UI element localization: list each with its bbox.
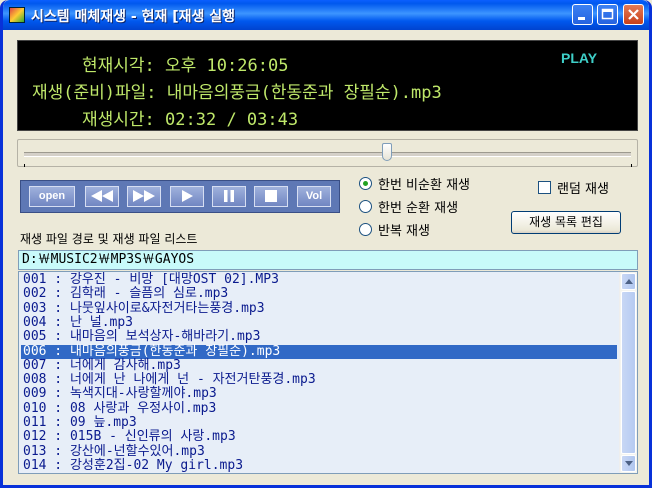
playlist-item[interactable]: 012 : 015B - 신인류의 사랑.mp3 bbox=[21, 430, 617, 444]
volume-button[interactable]: Vol bbox=[297, 186, 331, 207]
status-display: 현재시각: 오후 10:26:05 재생(준비)파일: 내마음의풍금(한동준과 … bbox=[17, 40, 638, 131]
mode-once-no-loop-label: 한번 비순환 재생 bbox=[378, 178, 470, 193]
random-play-checkbox[interactable] bbox=[538, 181, 551, 194]
close-button[interactable] bbox=[623, 4, 644, 25]
pause-icon bbox=[224, 190, 234, 202]
chevron-up-icon bbox=[624, 279, 633, 284]
stop-button[interactable] bbox=[254, 186, 288, 207]
random-play-option[interactable]: 랜덤 재생 bbox=[538, 178, 609, 197]
mode-once-no-loop[interactable]: 한번 비순환 재생 bbox=[359, 174, 470, 193]
playlist-listbox[interactable]: 001 : 강우진 - 비망 [대망OST 02].MP3 002 : 김학래 -… bbox=[18, 271, 638, 474]
chevron-down-icon bbox=[624, 461, 633, 466]
current-time-text: 현재시각: 오후 10:26:05 bbox=[82, 56, 289, 76]
mode-repeat[interactable]: 반복 재생 bbox=[359, 220, 430, 239]
mode-once-loop[interactable]: 한번 순환 재생 bbox=[359, 197, 458, 216]
seek-tick-start bbox=[24, 164, 25, 167]
scroll-down-button[interactable] bbox=[621, 455, 636, 472]
close-icon bbox=[628, 9, 639, 20]
playlist-item[interactable]: 008 : 너에게 난 나에게 넌 - 자전거탄풍경.mp3 bbox=[21, 373, 617, 387]
rewind-icon bbox=[91, 190, 113, 202]
playlist-item[interactable]: 010 : 08 사랑과 우정사이.mp3 bbox=[21, 401, 617, 416]
fast-forward-icon bbox=[133, 190, 155, 202]
playlist-item[interactable]: 013 : 강산에-넌할수있어.mp3 bbox=[21, 444, 617, 459]
playlist-item[interactable]: 007 : 너에게 감사해.mp3 bbox=[21, 358, 617, 373]
current-file-text: 재생(준비)파일: 내마음의풍금(한동준과 장필순).mp3 bbox=[32, 83, 442, 103]
playlist-item[interactable]: 006 : 내마음의풍금(한동준과 장필순).mp3 bbox=[21, 344, 617, 359]
rewind-button[interactable] bbox=[85, 186, 119, 207]
play-time-text: 재생시간: 02:32 / 03:43 bbox=[82, 110, 299, 130]
seek-tick-end bbox=[631, 164, 632, 167]
path-field[interactable]: D:￦MUSIC2￦MP3S￦GAYOS bbox=[18, 250, 638, 270]
app-icon bbox=[9, 7, 25, 23]
maximize-button[interactable] bbox=[597, 4, 618, 25]
playlist-scrollbar[interactable] bbox=[619, 272, 637, 473]
playlist-item[interactable]: 001 : 강우진 - 비망 [대망OST 02].MP3 bbox=[21, 273, 617, 287]
mode-repeat-radio[interactable] bbox=[359, 223, 372, 236]
seek-slider[interactable] bbox=[17, 139, 638, 167]
seek-rail bbox=[24, 152, 631, 157]
scroll-up-button[interactable] bbox=[621, 273, 636, 290]
playlist-item[interactable]: 014 : 강성훈2집-02 My girl.mp3 bbox=[21, 458, 617, 473]
window-title: 시스템 매체재생 - 현재 [재생 실행 bbox=[31, 9, 236, 25]
playlist-item[interactable]: 005 : 내마음의 보석상자-해바라기.mp3 bbox=[21, 330, 617, 344]
playlist-item[interactable]: 002 : 김학래 - 슬픔의 심로.mp3 bbox=[21, 287, 617, 301]
mode-repeat-label: 반복 재생 bbox=[378, 224, 430, 239]
mode-once-no-loop-radio[interactable] bbox=[359, 177, 372, 190]
stop-icon bbox=[265, 190, 277, 202]
title-bar[interactable]: 시스템 매체재생 - 현재 [재생 실행 bbox=[3, 0, 649, 30]
playback-toolbar: open Vol bbox=[20, 180, 340, 213]
fast-forward-button[interactable] bbox=[127, 186, 161, 207]
edit-playlist-button[interactable]: 재생 목록 편집 bbox=[511, 211, 621, 234]
playlist-item[interactable]: 003 : 나뭇잎사이로&자전거타는풍경.mp3 bbox=[21, 301, 617, 316]
media-player-window: 시스템 매체재생 - 현재 [재생 실행 현재시각: 오후 10:26:05 재… bbox=[0, 0, 652, 488]
playlist-item[interactable]: 009 : 녹색지대-사랑할께야.mp3 bbox=[21, 387, 617, 401]
play-button[interactable] bbox=[170, 186, 204, 207]
seek-thumb[interactable] bbox=[382, 143, 393, 161]
mode-once-loop-label: 한번 순환 재생 bbox=[378, 201, 459, 216]
random-play-label: 랜덤 재생 bbox=[557, 182, 609, 197]
play-state-text: PLAY bbox=[561, 50, 598, 66]
maximize-icon bbox=[601, 8, 614, 20]
scroll-thumb[interactable] bbox=[621, 291, 636, 454]
playlist-section-label: 재생 파일 경로 및 재생 파일 리스트 bbox=[20, 232, 198, 246]
mode-once-loop-radio[interactable] bbox=[359, 200, 372, 213]
playlist-item[interactable]: 011 : 09 늪.mp3 bbox=[21, 416, 617, 430]
minimize-button[interactable] bbox=[572, 4, 593, 25]
open-button[interactable]: open bbox=[29, 186, 75, 207]
play-icon bbox=[182, 190, 193, 202]
playlist-item[interactable]: 004 : 난 널.mp3 bbox=[21, 315, 617, 330]
minimize-icon bbox=[578, 17, 585, 20]
pause-button[interactable] bbox=[212, 186, 246, 207]
